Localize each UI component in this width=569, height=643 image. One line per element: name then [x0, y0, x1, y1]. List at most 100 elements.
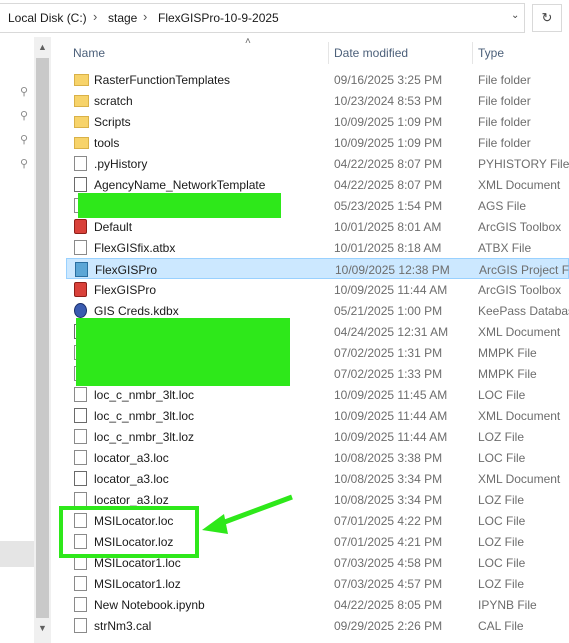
file-row[interactable]: Scripts 10/09/2025 1:09 PM File folder [66, 111, 569, 132]
highlight-box [59, 506, 199, 558]
breadcrumb-current-folder[interactable]: FlexGISPro-10-9-2025 [158, 11, 279, 25]
file-row[interactable]: Default 10/01/2025 8:01 AM ArcGIS Toolbox [66, 216, 569, 237]
file-date: 10/01/2025 8:18 AM [334, 241, 442, 255]
file-row[interactable]: FlexGISPro 10/09/2025 11:44 AM ArcGIS Tool… [66, 279, 569, 300]
pin-icon[interactable]: ⚲ [20, 157, 28, 170]
file-type: XML Document [478, 325, 561, 339]
xml-icon [74, 177, 87, 192]
file-date: 07/03/2025 4:58 PM [334, 556, 443, 570]
file-date: 07/03/2025 4:57 PM [334, 577, 443, 591]
file-name: Scripts [94, 115, 131, 129]
file-type: ATBX File [478, 241, 532, 255]
folder-icon [74, 116, 89, 128]
nav-selected-item[interactable] [0, 541, 34, 567]
file-date: 10/09/2025 1:09 PM [334, 115, 443, 129]
scroll-down-icon[interactable]: ▼ [38, 623, 47, 633]
file-type: LOZ File [478, 577, 525, 591]
redaction-box [78, 193, 281, 218]
file-name: FlexGISPro [94, 283, 157, 297]
file-type: ArcGIS Toolbox [478, 283, 562, 297]
file-row[interactable]: locator_a3.loc 10/08/2025 3:34 PM XML Docu… [66, 468, 569, 489]
file-name: scratch [94, 94, 133, 108]
column-divider[interactable] [472, 42, 473, 64]
navigation-pane[interactable]: ⚲ ⚲ ⚲ ⚲ [0, 37, 34, 643]
file-row[interactable]: New Notebook.ipynb 04/22/2025 8:05 PM IPYN… [66, 594, 569, 615]
breadcrumb-separator[interactable]: › [93, 9, 97, 24]
file-date: 04/22/2025 8:07 PM [334, 157, 443, 171]
pin-icon[interactable]: ⚲ [20, 109, 28, 122]
redaction-box [76, 318, 290, 386]
file-row[interactable]: loc_c_nmbr_3lt.loz 10/09/2025 11:44 AM LOZ… [66, 426, 569, 447]
toolbox-icon [74, 219, 87, 234]
file-row[interactable]: locator_a3.loc 10/08/2025 3:38 PM LOC File [66, 447, 569, 468]
file-row[interactable]: RasterFunctionTemplates 09/16/2025 3:25 P… [66, 69, 569, 90]
column-divider[interactable] [328, 42, 329, 64]
file-date: 10/09/2025 1:09 PM [334, 136, 443, 150]
file-date: 10/08/2025 3:34 PM [334, 472, 443, 486]
chevron-down-icon[interactable]: ⌄ [511, 10, 519, 21]
file-type: CAL File [478, 619, 524, 633]
file-date: 09/29/2025 2:26 PM [334, 619, 443, 633]
file-row[interactable]: MSILocator1.loz 07/03/2025 4:57 PM LOZ Fil… [66, 573, 569, 594]
toolbox-icon [74, 282, 87, 297]
proj-icon [75, 262, 88, 277]
file-date: 04/24/2025 12:31 AM [334, 325, 449, 339]
file-row[interactable]: loc_c_nmbr_3lt.loc 10/09/2025 11:44 AM XML… [66, 405, 569, 426]
file-type: LOC File [478, 514, 526, 528]
breadcrumb-stage[interactable]: stage [108, 11, 137, 25]
file-name: loc_c_nmbr_3lt.loz [94, 430, 195, 444]
file-row[interactable]: AgencyName_NetworkTemplate 04/22/2025 8:0… [66, 174, 569, 195]
file-type: XML Document [478, 409, 561, 423]
file-type: File folder [478, 94, 531, 108]
address-bar[interactable]: Local Disk (C:) › stage › FlexGISPro-10-… [0, 0, 569, 36]
folder-icon [74, 137, 89, 149]
file-date: 04/22/2025 8:07 PM [334, 178, 443, 192]
file-name: FlexGISfix.atbx [94, 241, 176, 255]
column-name[interactable]: Name [73, 46, 105, 60]
file-name: locator_a3.loz [94, 493, 169, 507]
file-name: GIS Creds.kdbx [94, 304, 179, 318]
file-name: FlexGISPro [95, 263, 158, 277]
pointing-arrow-icon [202, 494, 293, 534]
file-type: File folder [478, 115, 531, 129]
file-row[interactable]: loc_c_nmbr_3lt.loc 10/09/2025 11:45 AM LOC… [66, 384, 569, 405]
file-type: LOC File [478, 451, 526, 465]
doc-icon [74, 156, 87, 171]
doc-icon [74, 429, 87, 444]
file-name: New Notebook.ipynb [94, 598, 205, 612]
breadcrumb-separator[interactable]: › [143, 9, 147, 24]
file-type: IPYNB File [478, 598, 537, 612]
file-type: ArcGIS Project File [479, 263, 569, 277]
file-name: loc_c_nmbr_3lt.loc [94, 388, 195, 402]
column-date-modified[interactable]: Date modified [334, 46, 408, 60]
xml-icon [74, 471, 87, 486]
refresh-icon[interactable]: ↻ [532, 4, 562, 32]
file-row[interactable]: FlexGISPro 10/09/2025 12:38 PM ArcGIS Proj… [66, 258, 569, 279]
breadcrumb-local-disk[interactable]: Local Disk (C:) [8, 11, 87, 25]
file-date: 07/01/2025 4:21 PM [334, 535, 443, 549]
doc-icon [74, 576, 87, 591]
file-date: 10/09/2025 11:44 AM [334, 409, 448, 423]
doc-icon [74, 492, 87, 507]
pin-icon[interactable]: ⚲ [20, 85, 28, 98]
file-row[interactable]: tools 10/09/2025 1:09 PM File folder [66, 132, 569, 153]
pin-icon[interactable]: ⚲ [20, 133, 28, 146]
scrollbar-thumb[interactable] [36, 58, 49, 618]
file-row[interactable]: .pyHistory 04/22/2025 8:07 PM PYHISTORY Fi… [66, 153, 569, 174]
file-type: MMPK File [478, 367, 537, 381]
file-date: 05/23/2025 1:54 PM [334, 199, 443, 213]
file-type: File folder [478, 73, 531, 87]
file-name: RasterFunctionTemplates [94, 73, 231, 87]
file-type: LOZ File [478, 535, 525, 549]
file-date: 10/08/2025 3:34 PM [334, 493, 443, 507]
scroll-up-icon[interactable]: ▲ [38, 42, 47, 52]
file-name: MSILocator1.loc [94, 556, 181, 570]
file-date: 10/09/2025 11:44 AM [334, 283, 448, 297]
file-row[interactable]: scratch 10/23/2024 8:53 PM File folder [66, 90, 569, 111]
doc-icon [74, 618, 87, 633]
file-row[interactable]: FlexGISfix.atbx 10/01/2025 8:18 AM ATBX Fi… [66, 237, 569, 258]
column-type[interactable]: Type [478, 46, 504, 60]
file-name: locator_a3.loc [94, 451, 169, 465]
file-row[interactable]: strNm3.cal 09/29/2025 2:26 PM CAL File [66, 615, 569, 636]
file-type: XML Document [478, 178, 561, 192]
